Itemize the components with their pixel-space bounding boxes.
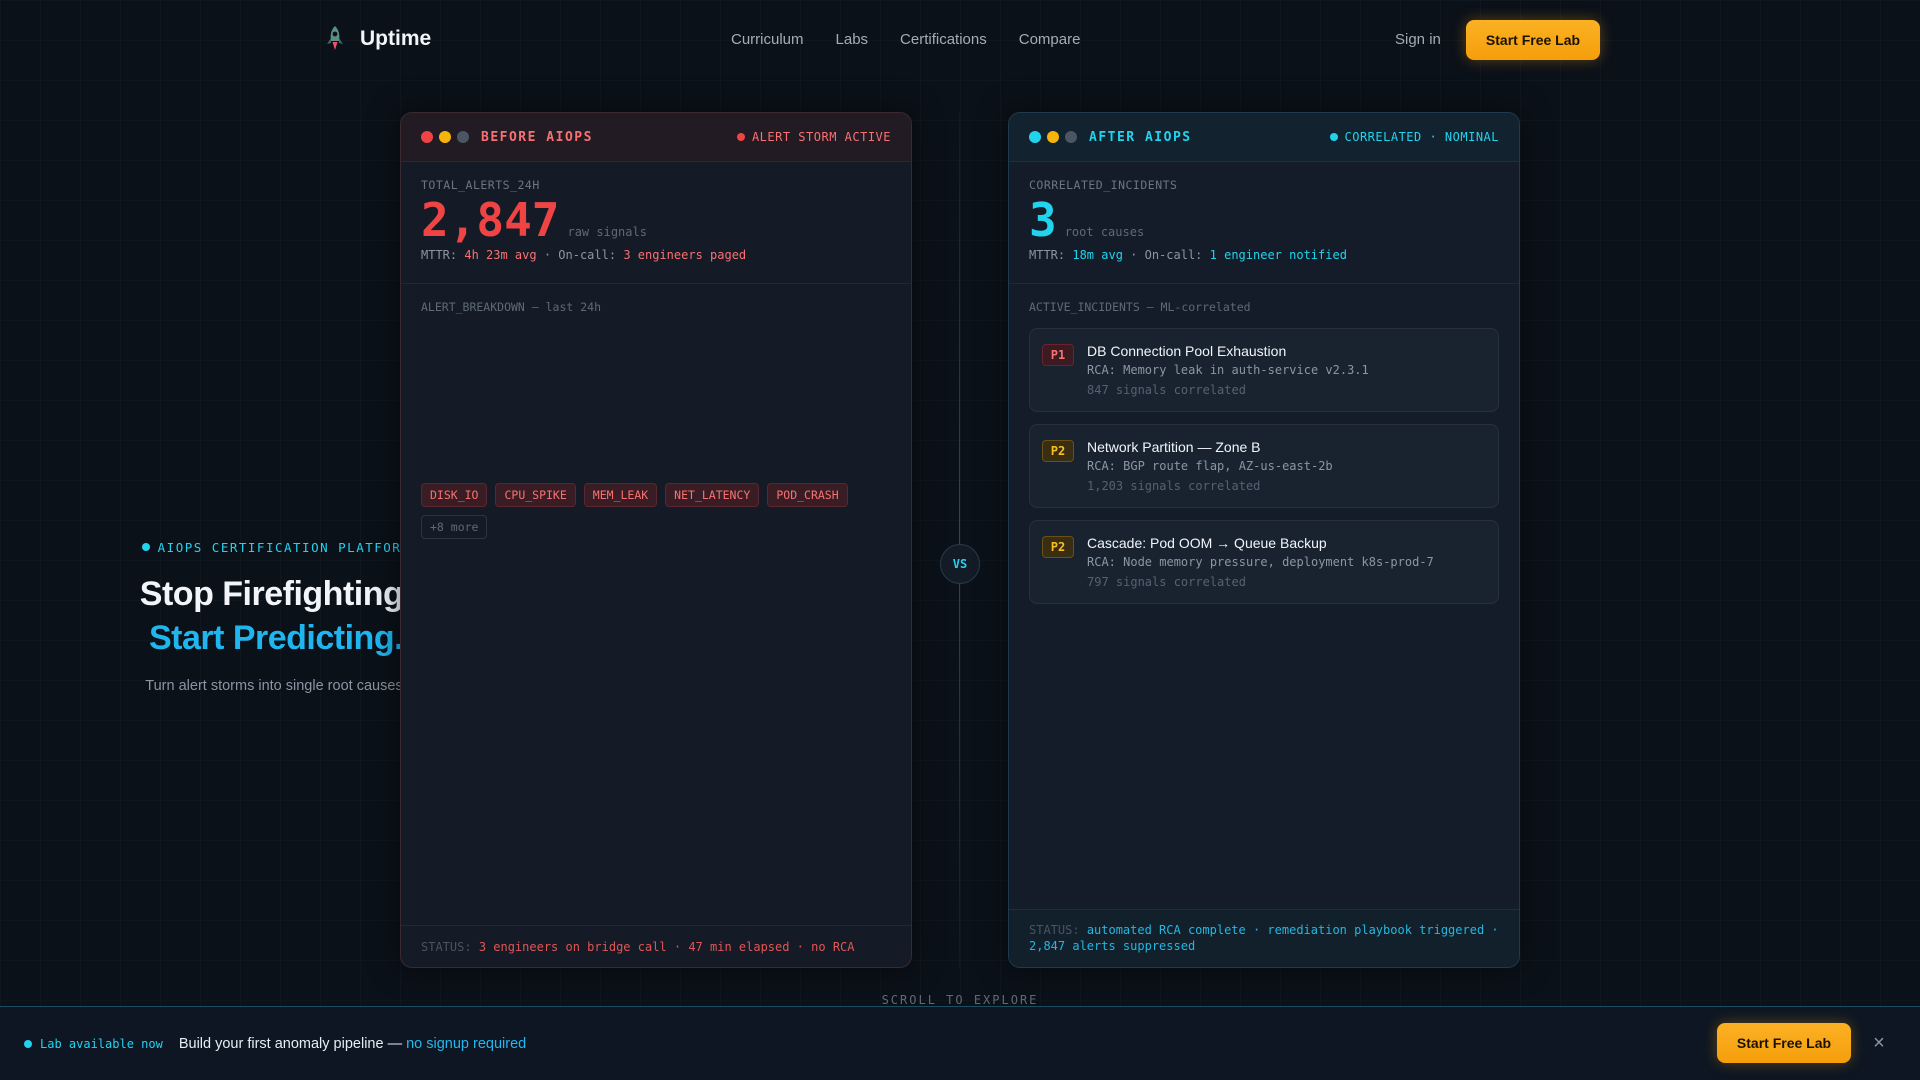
- brand[interactable]: Uptime: [322, 24, 431, 54]
- before-panel: BEFORE AIOPS ALERT STORM ACTIVE TOTAL_AL…: [400, 112, 912, 968]
- alert-tag: DISK_IO: [421, 483, 488, 507]
- top-nav: Uptime Curriculum Labs Certifications Co…: [0, 0, 1920, 80]
- after-status: CORRELATED · NOMINAL: [1329, 130, 1500, 144]
- nav-link-certifications[interactable]: Certifications: [900, 31, 987, 48]
- after-footer-value: automated RCA complete · remediation pla…: [1029, 923, 1499, 953]
- alert-tag: NET_LATENCY: [665, 483, 760, 507]
- after-panel: AFTER AIOPS CORRELATED · NOMINAL CORRELA…: [1008, 112, 1520, 968]
- before-metric-unit: raw signals: [567, 225, 647, 239]
- before-panel-header: BEFORE AIOPS ALERT STORM ACTIVE: [401, 113, 911, 162]
- before-section-label: ALERT_BREAKDOWN — last 24h: [421, 300, 602, 314]
- before-mttr-label: MTTR:: [421, 248, 458, 262]
- alert-tag: CPU_SPIKE: [495, 483, 576, 507]
- incident-rca: RCA: BGP route flap, AZ-us-east-2b: [1087, 459, 1333, 473]
- before-oncall-label: · On-call:: [536, 248, 617, 262]
- bottom-banner: Lab available now Build your first anoma…: [0, 1006, 1920, 1080]
- before-status-text: ALERT STORM ACTIVE: [751, 130, 891, 144]
- yellow-light-icon: [1047, 131, 1059, 143]
- after-section-label: ACTIVE_INCIDENTS — ML-correlated: [1029, 300, 1251, 314]
- incident-card[interactable]: P2 Network Partition — Zone B RCA: BGP r…: [1029, 424, 1499, 508]
- cyan-light-icon: [1029, 131, 1041, 143]
- after-footer: STATUS: automated RCA complete · remedia…: [1009, 909, 1519, 967]
- before-status: ALERT STORM ACTIVE: [736, 130, 891, 144]
- scroll-hint: SCROLL TO EXPLORE: [881, 993, 1039, 1007]
- after-metric-row: 3 root causes: [1029, 194, 1499, 246]
- after-panel-header: AFTER AIOPS CORRELATED · NOMINAL: [1009, 113, 1519, 162]
- before-footer-label: STATUS:: [421, 940, 472, 954]
- before-metric: TOTAL_ALERTS_24H 2,847 raw signals MTTR:…: [401, 162, 911, 284]
- hero-title-line1: Stop Firefighting.: [139, 575, 413, 613]
- before-oncall-value: 3 engineers paged: [623, 248, 747, 262]
- after-metric: CORRELATED_INCIDENTS 3 root causes MTTR:…: [1009, 162, 1519, 284]
- gray-light-icon: [457, 131, 469, 143]
- incident-rca: RCA: Memory leak in auth-service v2.3.1: [1087, 363, 1369, 377]
- incident-list: P1 DB Connection Pool Exhaustion RCA: Me…: [1009, 314, 1519, 604]
- after-panel-title: AFTER AIOPS: [1089, 129, 1192, 145]
- after-oncall-label: · On-call:: [1122, 248, 1203, 262]
- sign-in-link[interactable]: Sign in: [1395, 31, 1441, 48]
- before-footer-value: 3 engineers on bridge call · 47 min elap…: [478, 940, 855, 954]
- before-metric-label: TOTAL_ALERTS_24H: [421, 178, 540, 192]
- hero-eyebrow: AIOPS CERTIFICATION PLATFORM: [141, 539, 411, 555]
- hero-eyebrow-text: AIOPS CERTIFICATION PLATFORM: [157, 539, 411, 555]
- nav-link-curriculum[interactable]: Curriculum: [731, 31, 804, 48]
- alert-tag: POD_CRASH: [767, 483, 848, 507]
- priority-badge: P2: [1042, 440, 1074, 462]
- window-controls: [421, 131, 469, 143]
- nominal-dot-icon: [1329, 133, 1338, 141]
- alert-dot-icon: [736, 133, 745, 141]
- after-status-text: CORRELATED · NOMINAL: [1344, 130, 1499, 144]
- incident-card[interactable]: P1 DB Connection Pool Exhaustion RCA: Me…: [1029, 328, 1499, 412]
- incident-title: Cascade: Pod OOM → Queue Backup: [1087, 535, 1327, 551]
- vs-badge: VS: [940, 544, 980, 584]
- before-mttr-value: 4h 23m avg: [464, 248, 537, 262]
- incident-title: Network Partition — Zone B: [1087, 439, 1261, 455]
- banner-content: Lab available now Build your first anoma…: [24, 1036, 526, 1052]
- start-free-lab-button[interactable]: Start Free Lab: [1466, 20, 1600, 60]
- yellow-light-icon: [439, 131, 451, 143]
- rocket-logo-icon: [327, 26, 343, 50]
- live-dot-icon: [24, 1040, 32, 1048]
- nav-link-labs[interactable]: Labs: [836, 31, 869, 48]
- incident-count: 847 signals correlated: [1087, 383, 1246, 397]
- incident-rca: RCA: Node memory pressure, deployment k8…: [1087, 555, 1434, 569]
- alert-tag: MEM_LEAK: [583, 483, 658, 507]
- status-dot-icon: [141, 543, 150, 551]
- lab-available-badge: Lab available now: [24, 1037, 163, 1051]
- after-oncall-value: 1 engineer notified: [1209, 248, 1347, 262]
- more-tags[interactable]: +8 more: [421, 515, 488, 539]
- red-light-icon: [421, 131, 433, 143]
- lab-available-text: Lab available now: [40, 1037, 163, 1051]
- after-mttr-value: 18m avg: [1072, 248, 1123, 262]
- before-footer: STATUS: 3 engineers on bridge call · 47 …: [401, 925, 911, 967]
- priority-badge: P1: [1042, 344, 1074, 366]
- priority-badge: P2: [1042, 536, 1074, 558]
- banner-message: Build your first anomaly pipeline — no s…: [179, 1036, 526, 1052]
- after-metric-label: CORRELATED_INCIDENTS: [1029, 178, 1178, 192]
- brand-name: Uptime: [360, 27, 432, 50]
- after-metric-meta: MTTR: 18m avg · On-call: 1 engineer noti…: [1029, 248, 1499, 262]
- panel-divider: [959, 112, 960, 968]
- nav-links: Curriculum Labs Certifications Compare: [731, 31, 1080, 48]
- alert-tags: DISK_IO CPU_SPIKE MEM_LEAK NET_LATENCY P…: [421, 483, 891, 539]
- nav-link-compare[interactable]: Compare: [1019, 31, 1081, 48]
- after-footer-label: STATUS:: [1029, 923, 1080, 937]
- close-icon[interactable]: ×: [1868, 1031, 1890, 1055]
- gray-light-icon: [1065, 131, 1077, 143]
- before-panel-title: BEFORE AIOPS: [481, 129, 593, 145]
- after-metric-value: 3: [1029, 193, 1057, 247]
- no-signup-link[interactable]: no signup required: [406, 1036, 526, 1052]
- incident-card[interactable]: P2 Cascade: Pod OOM → Queue Backup RCA: …: [1029, 520, 1499, 604]
- after-mttr-label: MTTR:: [1029, 248, 1066, 262]
- before-metric-row: 2,847 raw signals: [421, 194, 891, 246]
- incident-count: 797 signals correlated: [1087, 575, 1246, 589]
- after-metric-unit: root causes: [1064, 225, 1145, 239]
- before-metric-meta: MTTR: 4h 23m avg · On-call: 3 engineers …: [421, 248, 891, 262]
- banner-text: Build your first anomaly pipeline —: [178, 1036, 407, 1052]
- banner-start-free-lab-button[interactable]: Start Free Lab: [1717, 1023, 1851, 1063]
- incident-title: DB Connection Pool Exhaustion: [1087, 343, 1287, 359]
- incident-count: 1,203 signals correlated: [1087, 479, 1261, 493]
- window-controls: [1029, 131, 1077, 143]
- before-metric-value: 2,847: [421, 193, 560, 247]
